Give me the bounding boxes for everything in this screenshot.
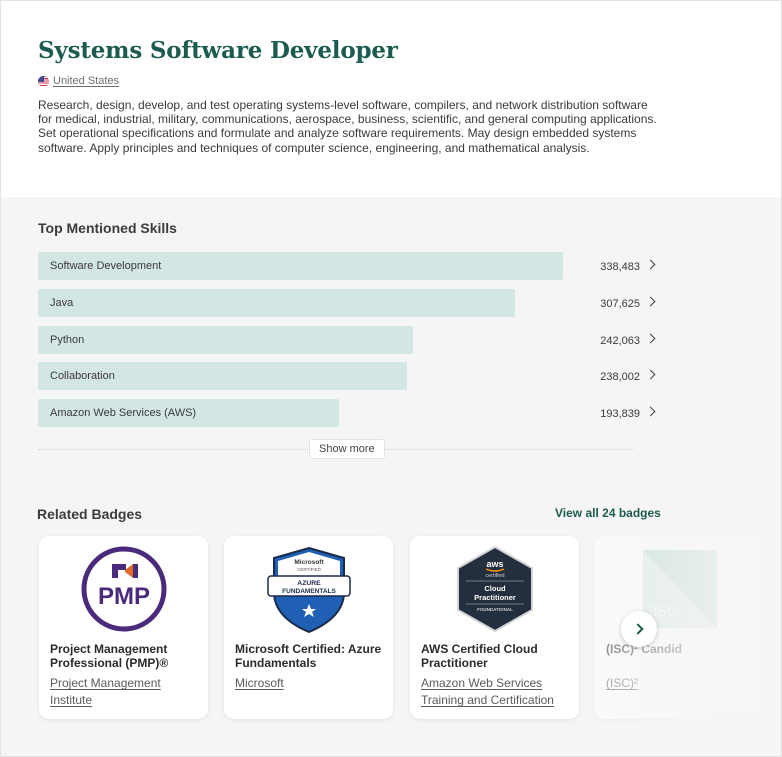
pmp-logo-icon: PMP [79,544,169,634]
chevron-right-icon [631,623,644,635]
skill-row[interactable]: Python 242,063 [38,325,658,354]
skill-name: Software Development [50,260,162,272]
occupation-header: Systems Software Developer United States… [1,1,781,197]
svg-text:certified: certified [485,573,504,579]
skill-row[interactable]: Amazon Web Services (AWS) 193,839 [38,399,658,428]
skill-row[interactable]: Collaboration 238,002 [38,362,658,391]
azure-badge-icon: Microsoft CERTIFIED AZURE FUNDAMENTALS [264,544,354,634]
svg-text:FOUNDATIONAL: FOUNDATIONAL [477,607,513,612]
occupation-description: Research, design, develop, and test oper… [38,98,657,155]
view-all-badges-link[interactable]: View all 24 badges [555,506,661,520]
svg-text:aws: aws [486,559,503,569]
chevron-right-icon[interactable] [645,296,656,307]
svg-text:(ISC: (ISC [649,603,677,619]
chevron-right-icon[interactable] [645,259,656,270]
badge-issuer-link[interactable]: Amazon Web Services Training and Certifi… [421,675,571,709]
badge-card[interactable]: Microsoft CERTIFIED AZURE FUNDAMENTALS M… [224,536,393,719]
us-flag-icon [38,75,49,87]
badge-issuer-link[interactable]: Project Management Institute [50,675,200,709]
badges-section-title: Related Badges [37,506,143,522]
skill-name: Collaboration [50,370,115,383]
badge-card[interactable]: aws certified Cloud Practitioner FOUNDAT… [410,536,579,719]
skill-name: Java [50,296,74,309]
page-title: Systems Software Developer [38,37,398,64]
skill-count: 238,002 [600,371,640,384]
skill-row[interactable]: Software Development 338,483 [38,252,658,280]
badge-name[interactable]: AWS Certified Cloud Practitioner [421,642,571,670]
badge-issuer-link[interactable]: Microsoft [235,675,385,692]
chevron-right-icon[interactable] [645,369,656,380]
location-link[interactable]: United States [38,75,119,87]
carousel-next-button[interactable] [621,611,657,647]
badge-name[interactable]: Project Management Professional (PMP)® [50,642,200,670]
chevron-right-icon[interactable] [645,406,656,417]
skill-bar [38,325,413,354]
badge-card[interactable]: PMP Project Management Professional (PMP… [39,536,208,719]
svg-text:PMP: PMP [98,583,150,610]
svg-text:Cloud: Cloud [484,584,506,593]
skill-row[interactable]: Java 307,625 [38,288,658,317]
aws-badge-icon: aws certified Cloud Practitioner FOUNDAT… [450,544,540,634]
badge-name[interactable]: Microsoft Certified: Azure Fundamentals [235,642,385,670]
page: Systems Software Developer United States… [0,0,782,757]
chevron-right-icon[interactable] [645,333,656,344]
svg-text:CERTIFIED: CERTIFIED [297,567,321,572]
show-more-button[interactable]: Show more [309,439,385,459]
skill-count: 338,483 [600,261,640,273]
details-panel: Top Mentioned Skills Software Developmen… [1,197,781,756]
svg-text:Practitioner: Practitioner [474,593,516,602]
location-label[interactable]: United States [53,75,119,87]
skill-count: 242,063 [600,334,640,347]
badge-issuer-link[interactable]: (ISC)² [606,675,756,692]
svg-text:AZURE: AZURE [297,580,321,587]
skill-count: 193,839 [600,408,640,421]
skill-count: 307,625 [600,297,640,310]
skill-bar [38,288,515,317]
svg-text:FUNDAMENTALS: FUNDAMENTALS [282,588,336,595]
skill-name: Amazon Web Services (AWS) [50,407,197,420]
skills-section-title: Top Mentioned Skills [38,220,177,236]
svg-text:Microsoft: Microsoft [294,559,324,566]
skill-name: Python [50,333,85,346]
